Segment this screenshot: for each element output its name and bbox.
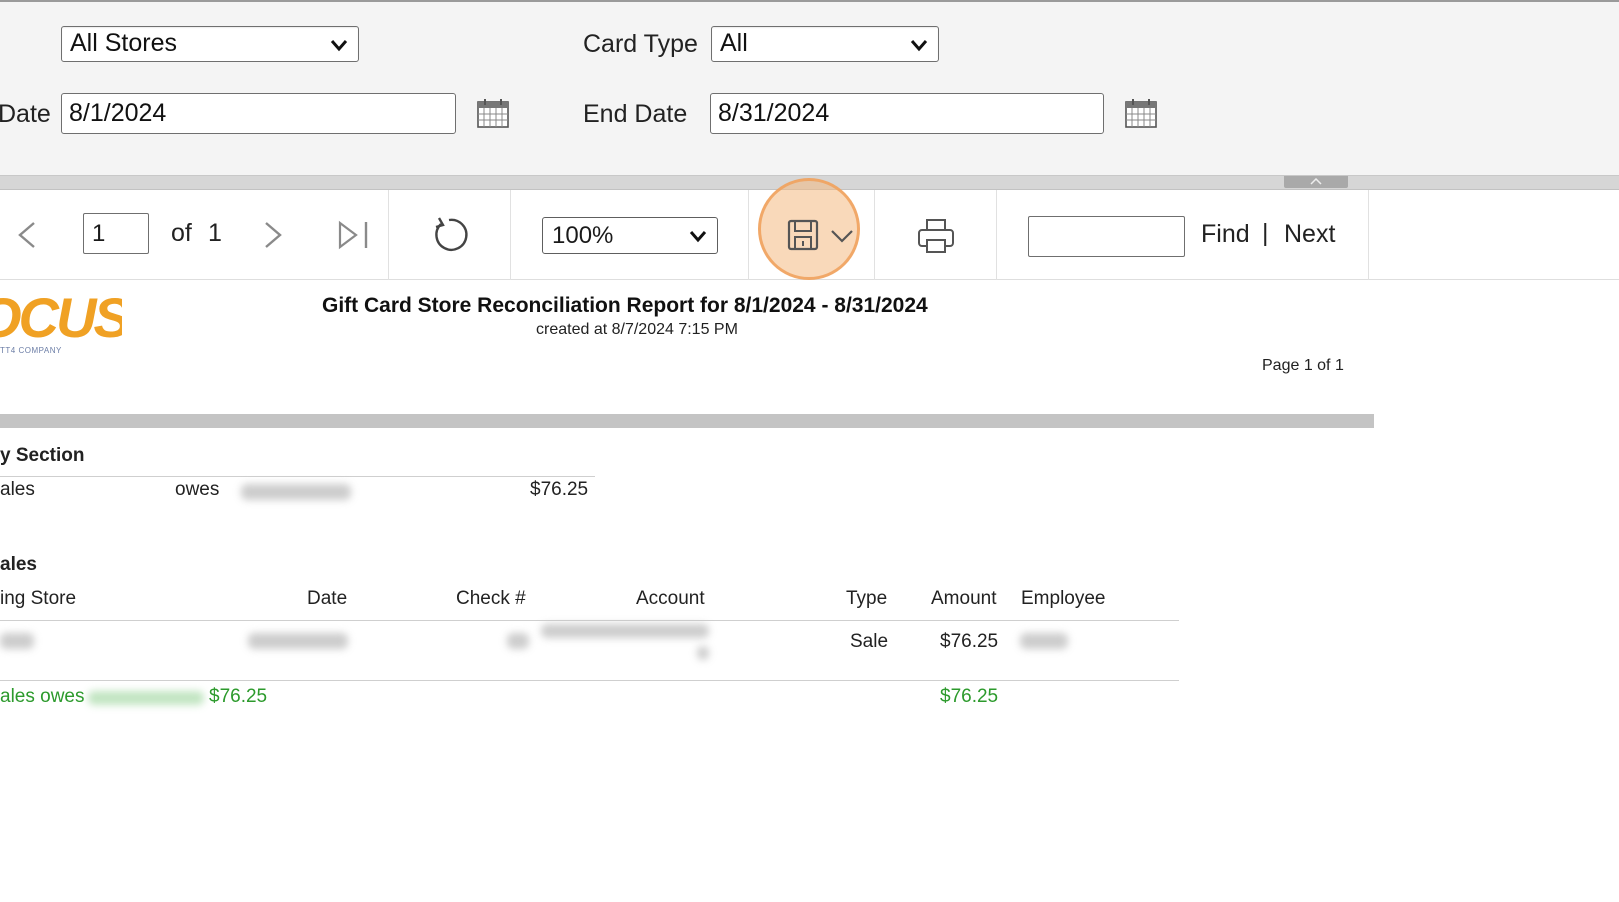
next-button[interactable]: Next <box>1284 219 1335 249</box>
summary-rule <box>0 476 595 477</box>
sales-total-label: ales owes <box>0 686 85 707</box>
end-date-input[interactable]: 8/31/2024 <box>710 93 1104 134</box>
report-viewer-window: All Stores Card Type All Date 8/1/2024 E… <box>0 0 1619 902</box>
toolbar-separator <box>748 190 749 280</box>
col-header-check: Check # <box>456 588 526 609</box>
redacted-total-store <box>88 691 204 705</box>
summary-section-heading: y Section <box>0 445 85 466</box>
toolbar-separator <box>996 190 997 280</box>
redacted-date <box>248 633 348 649</box>
report-viewer: All Stores Card Type All Date 8/1/2024 E… <box>0 0 1619 902</box>
col-header-account: Account <box>636 588 705 609</box>
save-export-icon[interactable] <box>786 218 820 252</box>
card-type-select-value: All <box>720 29 748 57</box>
row-type: Sale <box>850 631 889 652</box>
card-type-label: Card Type <box>583 30 698 58</box>
sales-total-amount-right: $76.25 <box>940 686 999 707</box>
sales-section-heading: ales <box>0 554 37 575</box>
calendar-icon[interactable] <box>476 97 510 129</box>
toolbar-separator <box>388 190 389 280</box>
prev-page-icon[interactable] <box>14 220 40 250</box>
summary-row-label: ales <box>0 479 35 500</box>
report-title: Gift Card Store Reconciliation Report fo… <box>322 294 928 317</box>
redacted-store-name <box>241 484 351 500</box>
of-label: of <box>171 219 192 247</box>
summary-owes: owes <box>175 479 220 500</box>
refresh-icon[interactable] <box>429 215 469 255</box>
find-button[interactable]: Find <box>1201 219 1250 249</box>
redacted-employee <box>1020 633 1068 649</box>
row-amount: $76.25 <box>940 631 999 652</box>
dropdown-chevron-icon[interactable] <box>830 228 854 244</box>
parameter-panel: All Stores Card Type All Date 8/1/2024 E… <box>0 0 1619 176</box>
last-page-icon[interactable] <box>336 220 372 250</box>
card-type-select[interactable]: All <box>711 26 939 62</box>
col-header-employee: Employee <box>1021 588 1106 609</box>
start-date-label: Date <box>0 100 51 128</box>
zoom-select-value: 100% <box>552 222 614 249</box>
chevron-down-icon <box>910 40 928 52</box>
redacted-store <box>0 633 34 649</box>
find-divider: | <box>1262 219 1269 247</box>
chevron-down-icon <box>689 231 707 243</box>
toolbar-separator <box>510 190 511 280</box>
redacted-account-line2 <box>697 646 709 660</box>
page-number-input[interactable]: 1 <box>83 213 149 254</box>
summary-amount: $76.25 <box>530 479 589 500</box>
redacted-account <box>541 624 709 638</box>
store-select-value: All Stores <box>70 29 177 57</box>
sales-total-amount-left: $76.25 <box>209 686 268 707</box>
header-divider-bar <box>0 414 1374 428</box>
logo-wordmark: OCUS <box>0 293 122 349</box>
chevron-up-icon <box>1310 178 1322 185</box>
col-header-store: ing Store <box>0 588 77 609</box>
toolbar-separator <box>874 190 875 280</box>
page-info: Page 1 of 1 <box>1262 357 1344 374</box>
chevron-down-icon <box>330 40 348 52</box>
sales-row-rule <box>0 680 1179 681</box>
store-select[interactable]: All Stores <box>61 26 359 62</box>
col-header-amount: Amount <box>931 588 997 609</box>
collapse-panel-button[interactable] <box>1284 176 1348 188</box>
zoom-select[interactable]: 100% <box>542 217 718 254</box>
sales-header-rule <box>0 620 1179 621</box>
toolbar-separator <box>1368 190 1369 280</box>
start-date-input[interactable]: 8/1/2024 <box>61 93 456 134</box>
redacted-check <box>507 633 529 649</box>
company-logo: OCUS TT4 COMPANY <box>0 293 122 359</box>
report-canvas: OCUS TT4 COMPANY Gift Card Store Reconci… <box>0 281 1619 902</box>
find-input[interactable] <box>1028 216 1185 257</box>
next-page-icon[interactable] <box>260 220 286 250</box>
print-icon[interactable] <box>917 218 955 254</box>
page-total: 1 <box>208 219 222 247</box>
end-date-label: End Date <box>583 100 688 128</box>
logo-tagline: TT4 COMPANY <box>0 346 62 355</box>
calendar-icon[interactable] <box>1124 97 1158 129</box>
col-header-type: Type <box>846 588 888 609</box>
col-header-date: Date <box>307 588 348 609</box>
report-created: created at 8/7/2024 7:15 PM <box>536 321 738 338</box>
